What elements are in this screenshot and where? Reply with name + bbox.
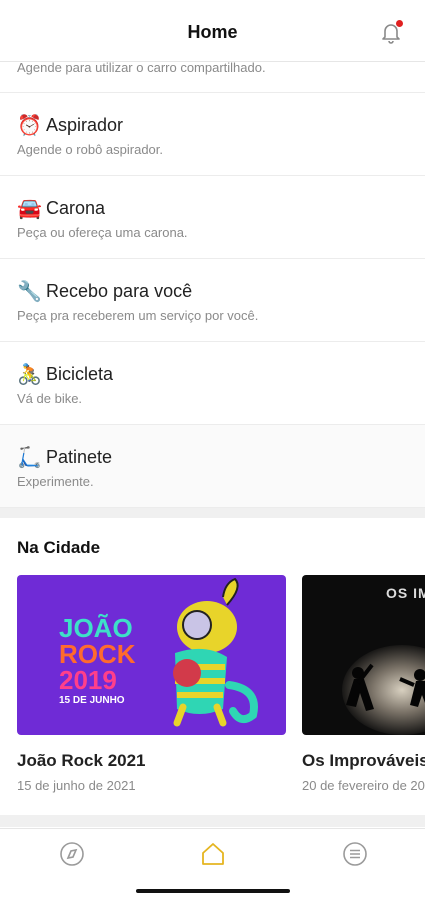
- service-item-partial[interactable]: Agende para utilizar o carro compartilha…: [0, 62, 425, 93]
- service-title: Carona: [46, 198, 106, 218]
- service-subtitle: Peça pra receberem um serviço por você.: [17, 308, 259, 323]
- event-date: 15 de junho de 2021: [17, 778, 136, 793]
- bottom-tab-bar: [0, 828, 425, 880]
- event-title: João Rock 2021: [17, 751, 146, 770]
- chameleon-illustration: [173, 577, 258, 727]
- service-title: Patinete: [46, 447, 113, 467]
- car-icon: 🚘: [17, 198, 42, 220]
- service-item-patinete[interactable]: 🛴 Patinete Experimente.: [0, 425, 425, 508]
- service-subtitle: Experimente.: [17, 474, 94, 489]
- service-subtitle: Agende o robô aspirador.: [17, 142, 163, 157]
- event-title: Os Improváveis: [302, 751, 425, 770]
- section-divider: [0, 815, 425, 827]
- alarm-clock-icon: ⏰: [17, 115, 42, 137]
- top-bar: Home: [0, 0, 425, 62]
- service-title: Bicicleta: [46, 364, 114, 384]
- cyclist-icon: 🚴: [17, 364, 42, 386]
- events-carousel[interactable]: JOÃO ROCK 2019 15 DE JUNHO João Rock 202…: [0, 575, 425, 815]
- section-title: Na Cidade: [17, 538, 101, 557]
- service-item-carona[interactable]: 🚘 Carona Peça ou ofereça uma carona.: [0, 176, 425, 259]
- services-list: ⏰ Aspirador Agende o robô aspirador. 🚘 C…: [0, 93, 425, 508]
- service-item-bicicleta[interactable]: 🚴 Bicicleta Vá de bike.: [0, 342, 425, 425]
- compass-icon: [60, 842, 84, 866]
- service-item-recebo[interactable]: 🔧 Recebo para você Peça pra receberem um…: [0, 259, 425, 342]
- home-indicator: [136, 889, 290, 893]
- service-subtitle: Agende para utilizar o carro compartilha…: [17, 62, 266, 75]
- service-item-aspirador[interactable]: ⏰ Aspirador Agende o robô aspirador.: [0, 93, 425, 176]
- tab-explore[interactable]: [57, 839, 87, 869]
- notification-button[interactable]: [379, 20, 403, 44]
- event-card[interactable]: OS IMPROVÁVEIS Os Improváveis 20 de feve…: [302, 575, 425, 793]
- menu-icon: [343, 842, 367, 866]
- service-subtitle: Peça ou ofereça uma carona.: [17, 225, 188, 240]
- event-poster: JOÃO ROCK 2019 15 DE JUNHO: [17, 575, 286, 735]
- service-title: Recebo para você: [46, 281, 193, 301]
- scooter-icon: 🛴: [17, 447, 42, 469]
- section-divider: [0, 508, 425, 518]
- tab-home[interactable]: [198, 839, 228, 869]
- service-subtitle: Vá de bike.: [17, 391, 83, 406]
- page-title: Home: [187, 22, 238, 42]
- performers-silhouette: [346, 663, 425, 711]
- event-card[interactable]: JOÃO ROCK 2019 15 DE JUNHO João Rock 202…: [17, 575, 286, 793]
- event-date: 20 de fevereiro de 2021: [302, 778, 425, 793]
- home-icon: [202, 843, 224, 865]
- event-poster: OS IMPROVÁVEIS: [302, 575, 425, 735]
- tab-menu[interactable]: [340, 839, 370, 869]
- notification-dot: [396, 20, 403, 27]
- service-title: Aspirador: [46, 115, 124, 135]
- wrench-icon: 🔧: [17, 281, 42, 303]
